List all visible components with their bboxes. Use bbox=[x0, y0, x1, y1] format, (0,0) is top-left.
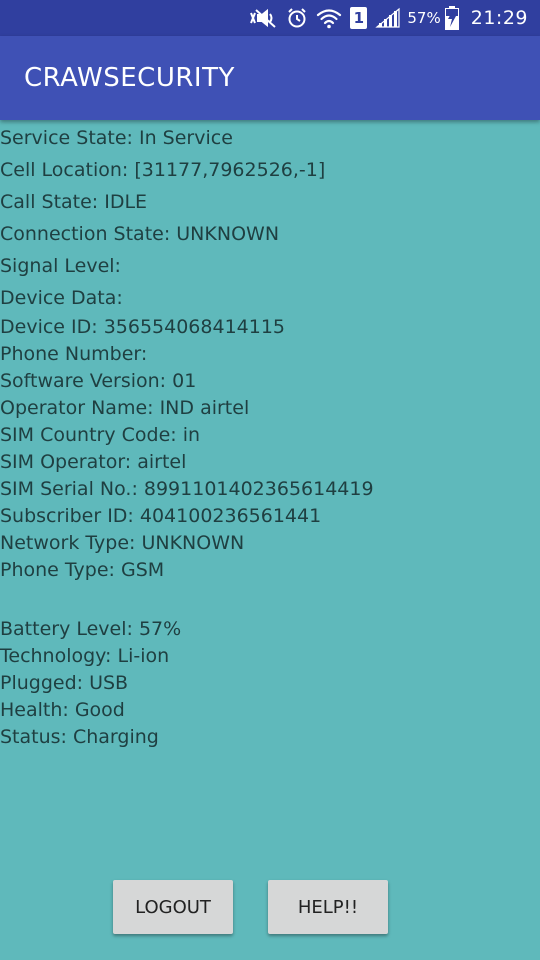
cell-location-text: Cell Location: [31177,7962526,-1] bbox=[0, 159, 326, 181]
battery-percent: 57% bbox=[407, 9, 441, 27]
battery-status-text: Status: Charging bbox=[0, 726, 159, 748]
sim-country-code-text: SIM Country Code: in bbox=[0, 424, 201, 446]
app-bar: CRAWSECURITY bbox=[0, 36, 540, 120]
sim-serial-text: SIM Serial No.: 8991101402365614419 bbox=[0, 478, 374, 500]
phone-type-text: Phone Type: GSM bbox=[0, 559, 165, 581]
battery-level-text: Battery Level: 57% bbox=[0, 618, 182, 640]
battery-plugged-text: Plugged: USB bbox=[0, 672, 129, 694]
battery-health-text: Health: Good bbox=[0, 699, 125, 721]
wifi-icon bbox=[316, 7, 342, 29]
software-version-text: Software Version: 01 bbox=[0, 370, 197, 392]
battery-technology-text: Technology: Li-ion bbox=[0, 645, 170, 667]
logout-button[interactable]: LOGOUT bbox=[113, 880, 233, 934]
telephony-section: Service State: In Service Cell Location:… bbox=[0, 122, 540, 314]
status-bar: 1 57% 21:29 bbox=[0, 0, 540, 36]
operator-name-text: Operator Name: IND airtel bbox=[0, 397, 250, 419]
device-id-text: Device ID: 356554068414115 bbox=[0, 316, 286, 338]
call-state-text: Call State: IDLE bbox=[0, 191, 148, 213]
app-title: CRAWSECURITY bbox=[24, 63, 235, 93]
device-section: Device ID: 356554068414115 Phone Number:… bbox=[0, 314, 540, 584]
network-type-text: Network Type: UNKNOWN bbox=[0, 532, 245, 554]
battery-charging-icon bbox=[444, 6, 459, 30]
alarm-icon bbox=[286, 7, 308, 29]
clock: 21:29 bbox=[470, 7, 528, 29]
signal-level-text: Signal Level: bbox=[0, 255, 121, 277]
sim-slot-icon: 1 bbox=[350, 7, 368, 29]
sim-operator-text: SIM Operator: airtel bbox=[0, 451, 187, 473]
help-button[interactable]: HELP!! bbox=[268, 880, 388, 934]
sim-slot-number: 1 bbox=[350, 7, 368, 29]
phone-number-text: Phone Number: bbox=[0, 343, 148, 365]
info-content: Service State: In Service Cell Location:… bbox=[0, 122, 540, 751]
battery-section: Battery Level: 57% Technology: Li-ion Pl… bbox=[0, 616, 540, 751]
subscriber-id-text: Subscriber ID: 404100236561441 bbox=[0, 505, 322, 527]
connection-state-text: Connection State: UNKNOWN bbox=[0, 223, 280, 245]
signal-icon bbox=[375, 7, 401, 29]
mute-icon bbox=[248, 7, 278, 29]
service-state-text: Service State: In Service bbox=[0, 127, 233, 149]
device-data-text: Device Data: bbox=[0, 287, 123, 309]
